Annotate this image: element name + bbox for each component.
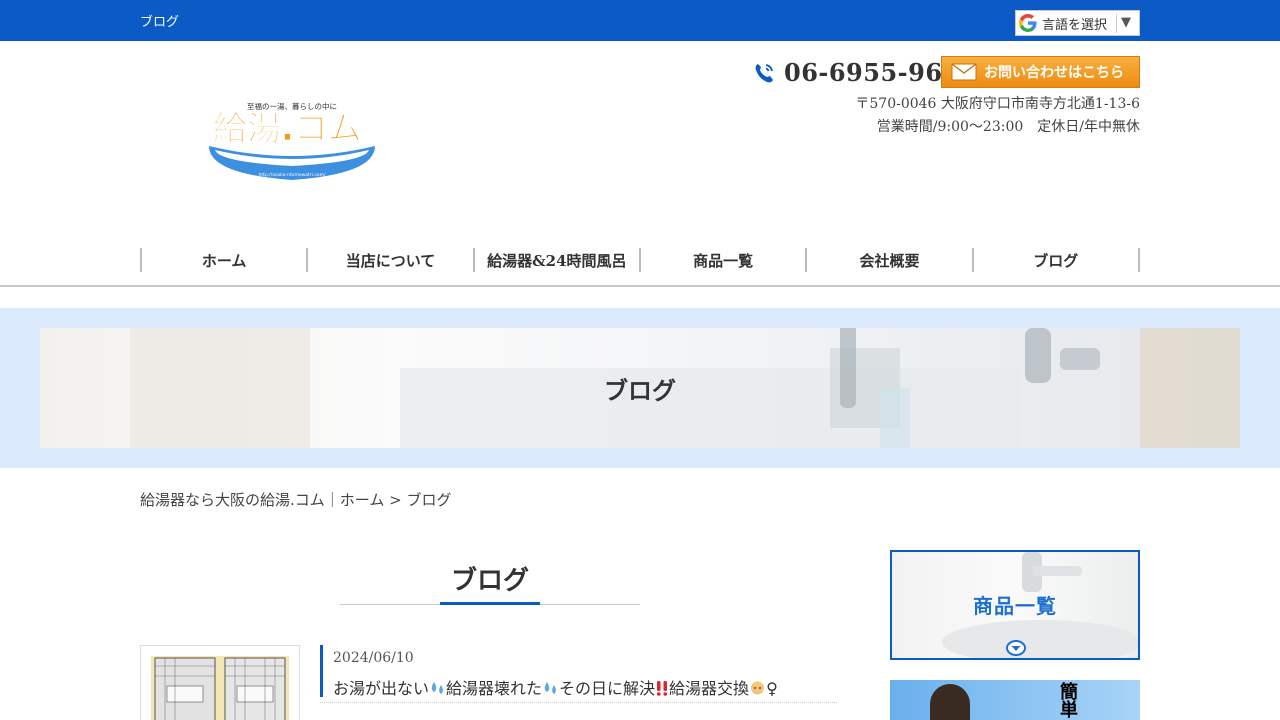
chevron-down-circle-icon — [1006, 640, 1026, 656]
nav-item-company[interactable]: 会社概要 — [805, 248, 971, 272]
person-icon — [751, 681, 765, 695]
post-title-part: 給湯器壊れた — [446, 679, 543, 698]
hero-banner: ブログ — [40, 328, 1240, 448]
global-nav: ホーム 当店について 給湯器&24時間風呂 商品一覧 会社概要 ブログ — [140, 248, 1140, 272]
mail-icon — [951, 63, 977, 81]
sweat-droplets-icon — [544, 682, 556, 694]
contact-button-label: お問い合わせはこちら — [984, 65, 1124, 81]
breadcrumb-separator: > — [384, 491, 407, 509]
post-item: 2024/06/10 お湯が出ない 給湯器壊れた その日に解決 給湯器交換 ♀ — [320, 645, 837, 703]
address: 〒570-0046 大阪府守口市南寺方北通1-13-6 — [855, 96, 1140, 112]
person-photo — [930, 684, 970, 720]
post-thumbnail[interactable] — [140, 645, 300, 720]
site-logo[interactable]: 至福の一湯、暮らしの中に 給湯.コム http://osaka-ntomewat… — [205, 100, 380, 184]
chevron-down-icon: ▼ — [1121, 15, 1131, 30]
contact-button[interactable]: お問い合わせはこちら — [941, 56, 1140, 88]
sidebar-easy-banner-label: 簡単 — [1057, 682, 1078, 718]
post-thumbnail-image — [151, 656, 289, 720]
sidebar-products-banner-label: 商品一覧 — [973, 594, 1057, 618]
section-title: ブログ — [450, 566, 529, 596]
post-accent-bar — [320, 645, 323, 697]
post-title-part: ♀ — [766, 679, 778, 698]
nav-item-home[interactable]: ホーム — [140, 248, 306, 272]
nav-item-water-heaters[interactable]: 給湯器&24時間風呂 — [472, 248, 639, 272]
nav-item-products[interactable]: 商品一覧 — [638, 248, 805, 272]
google-icon — [1019, 14, 1037, 32]
language-select[interactable]: 言語を選択 ▼ — [1015, 10, 1140, 36]
breadcrumb-current: ブログ — [406, 491, 452, 509]
post-title-part: お湯が出ない — [333, 679, 430, 698]
nav-divider — [0, 285, 1280, 287]
post-title-part: 給湯器交換 — [669, 679, 750, 698]
language-select-divider — [1116, 14, 1117, 33]
sweat-droplets-icon — [431, 682, 443, 694]
business-hours: 営業時間/9:00～23:00 定休日/年中無休 — [876, 119, 1140, 135]
nav-item-blog[interactable]: ブログ — [971, 248, 1140, 272]
logo-url: http://osaka-ntomewatri.com/ — [259, 172, 326, 178]
sidebar-easy-banner[interactable]: 簡単 — [890, 680, 1140, 720]
section-title-accent — [440, 602, 540, 605]
logo-name: 給湯.コム — [213, 109, 362, 149]
top-bar-site-label: ブログ — [140, 15, 180, 30]
top-bar: ブログ 言語を選択 ▼ — [0, 0, 1280, 41]
breadcrumb-home-link[interactable]: 給湯器なら大阪の給湯.コム｜ホーム — [140, 491, 384, 509]
double-exclamation-icon — [656, 681, 668, 696]
phone-icon — [755, 63, 773, 82]
language-select-label: 言語を選択 — [1042, 17, 1108, 33]
hero-title: ブログ — [604, 376, 676, 405]
post-title-link[interactable]: お湯が出ない 給湯器壊れた その日に解決 給湯器交換 ♀ — [333, 675, 778, 699]
post-date: 2024/06/10 — [333, 650, 414, 666]
post-title-part: その日に解決 — [559, 679, 656, 698]
breadcrumb: 給湯器なら大阪の給湯.コム｜ホーム > ブログ — [140, 489, 451, 510]
sidebar-products-banner[interactable]: 商品一覧 — [890, 550, 1140, 660]
nav-item-about[interactable]: 当店について — [306, 248, 472, 272]
